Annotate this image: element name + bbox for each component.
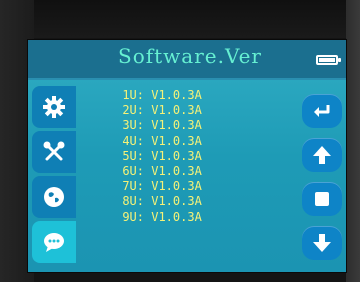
sidebar-item-language[interactable] bbox=[32, 176, 76, 218]
title-bar: Software.Ver bbox=[28, 40, 346, 80]
version-row: 2U: V1.0.3A bbox=[120, 103, 260, 118]
version-row: 8U: V1.0.3A bbox=[120, 194, 260, 209]
version-value: V1.0.3A bbox=[151, 209, 202, 224]
arrow-down-icon bbox=[313, 234, 331, 252]
version-row: 3U: V1.0.3A bbox=[120, 118, 260, 133]
version-value: V1.0.3A bbox=[151, 118, 202, 133]
version-row: 4U: V1.0.3A bbox=[120, 134, 260, 149]
tools-icon bbox=[43, 141, 65, 161]
slot-label: 5U: bbox=[122, 148, 144, 163]
content-area: 1U: V1.0.3A 2U: V1.0.3A 3U: V1.0.3A 4U: … bbox=[28, 80, 346, 272]
version-value: V1.0.3A bbox=[151, 133, 202, 148]
globe-icon bbox=[44, 187, 64, 207]
version-row: 9U: V1.0.3A bbox=[120, 210, 260, 225]
arrow-up-icon bbox=[313, 146, 331, 164]
version-list: 1U: V1.0.3A 2U: V1.0.3A 3U: V1.0.3A 4U: … bbox=[120, 88, 260, 225]
device-bezel-right bbox=[346, 0, 360, 282]
scroll-down-button[interactable] bbox=[302, 226, 342, 260]
slot-label: 7U: bbox=[122, 179, 144, 194]
version-row: 1U: V1.0.3A bbox=[120, 88, 260, 103]
device-bezel-top bbox=[0, 0, 360, 38]
version-value: V1.0.3A bbox=[151, 179, 202, 194]
battery-full-icon bbox=[316, 55, 341, 65]
slot-label: 8U: bbox=[122, 194, 144, 209]
stop-button[interactable] bbox=[302, 182, 342, 216]
scroll-up-button[interactable] bbox=[302, 138, 342, 172]
version-row: 6U: V1.0.3A bbox=[120, 164, 260, 179]
stop-square-icon bbox=[315, 192, 329, 206]
return-icon bbox=[314, 105, 330, 117]
sidebar-nav bbox=[28, 80, 84, 272]
slot-label: 6U: bbox=[122, 164, 144, 179]
sidebar-item-tools[interactable] bbox=[32, 131, 76, 173]
version-row: 7U: V1.0.3A bbox=[120, 179, 260, 194]
chat-icon bbox=[44, 233, 64, 252]
sidebar-item-about[interactable] bbox=[32, 221, 76, 263]
slot-label: 4U: bbox=[122, 133, 144, 148]
slot-label: 2U: bbox=[122, 103, 144, 118]
version-value: V1.0.3A bbox=[151, 103, 202, 118]
battery-level bbox=[319, 58, 335, 62]
version-value: V1.0.3A bbox=[151, 88, 202, 102]
slot-label: 9U: bbox=[122, 209, 144, 224]
gear-icon bbox=[43, 96, 65, 118]
version-row: 5U: V1.0.3A bbox=[120, 149, 260, 164]
version-value: V1.0.3A bbox=[151, 148, 202, 163]
slot-label: 1U: bbox=[122, 88, 144, 102]
sidebar-item-settings[interactable] bbox=[32, 86, 76, 128]
version-value: V1.0.3A bbox=[151, 164, 202, 179]
device-screen: Software.Ver 1U: V1.0.3A 2U: V1.0.3A 3U:… bbox=[28, 40, 346, 272]
page-title: Software.Ver bbox=[118, 44, 262, 68]
version-value: V1.0.3A bbox=[151, 194, 202, 209]
slot-label: 3U: bbox=[122, 118, 144, 133]
return-button[interactable] bbox=[302, 94, 342, 128]
